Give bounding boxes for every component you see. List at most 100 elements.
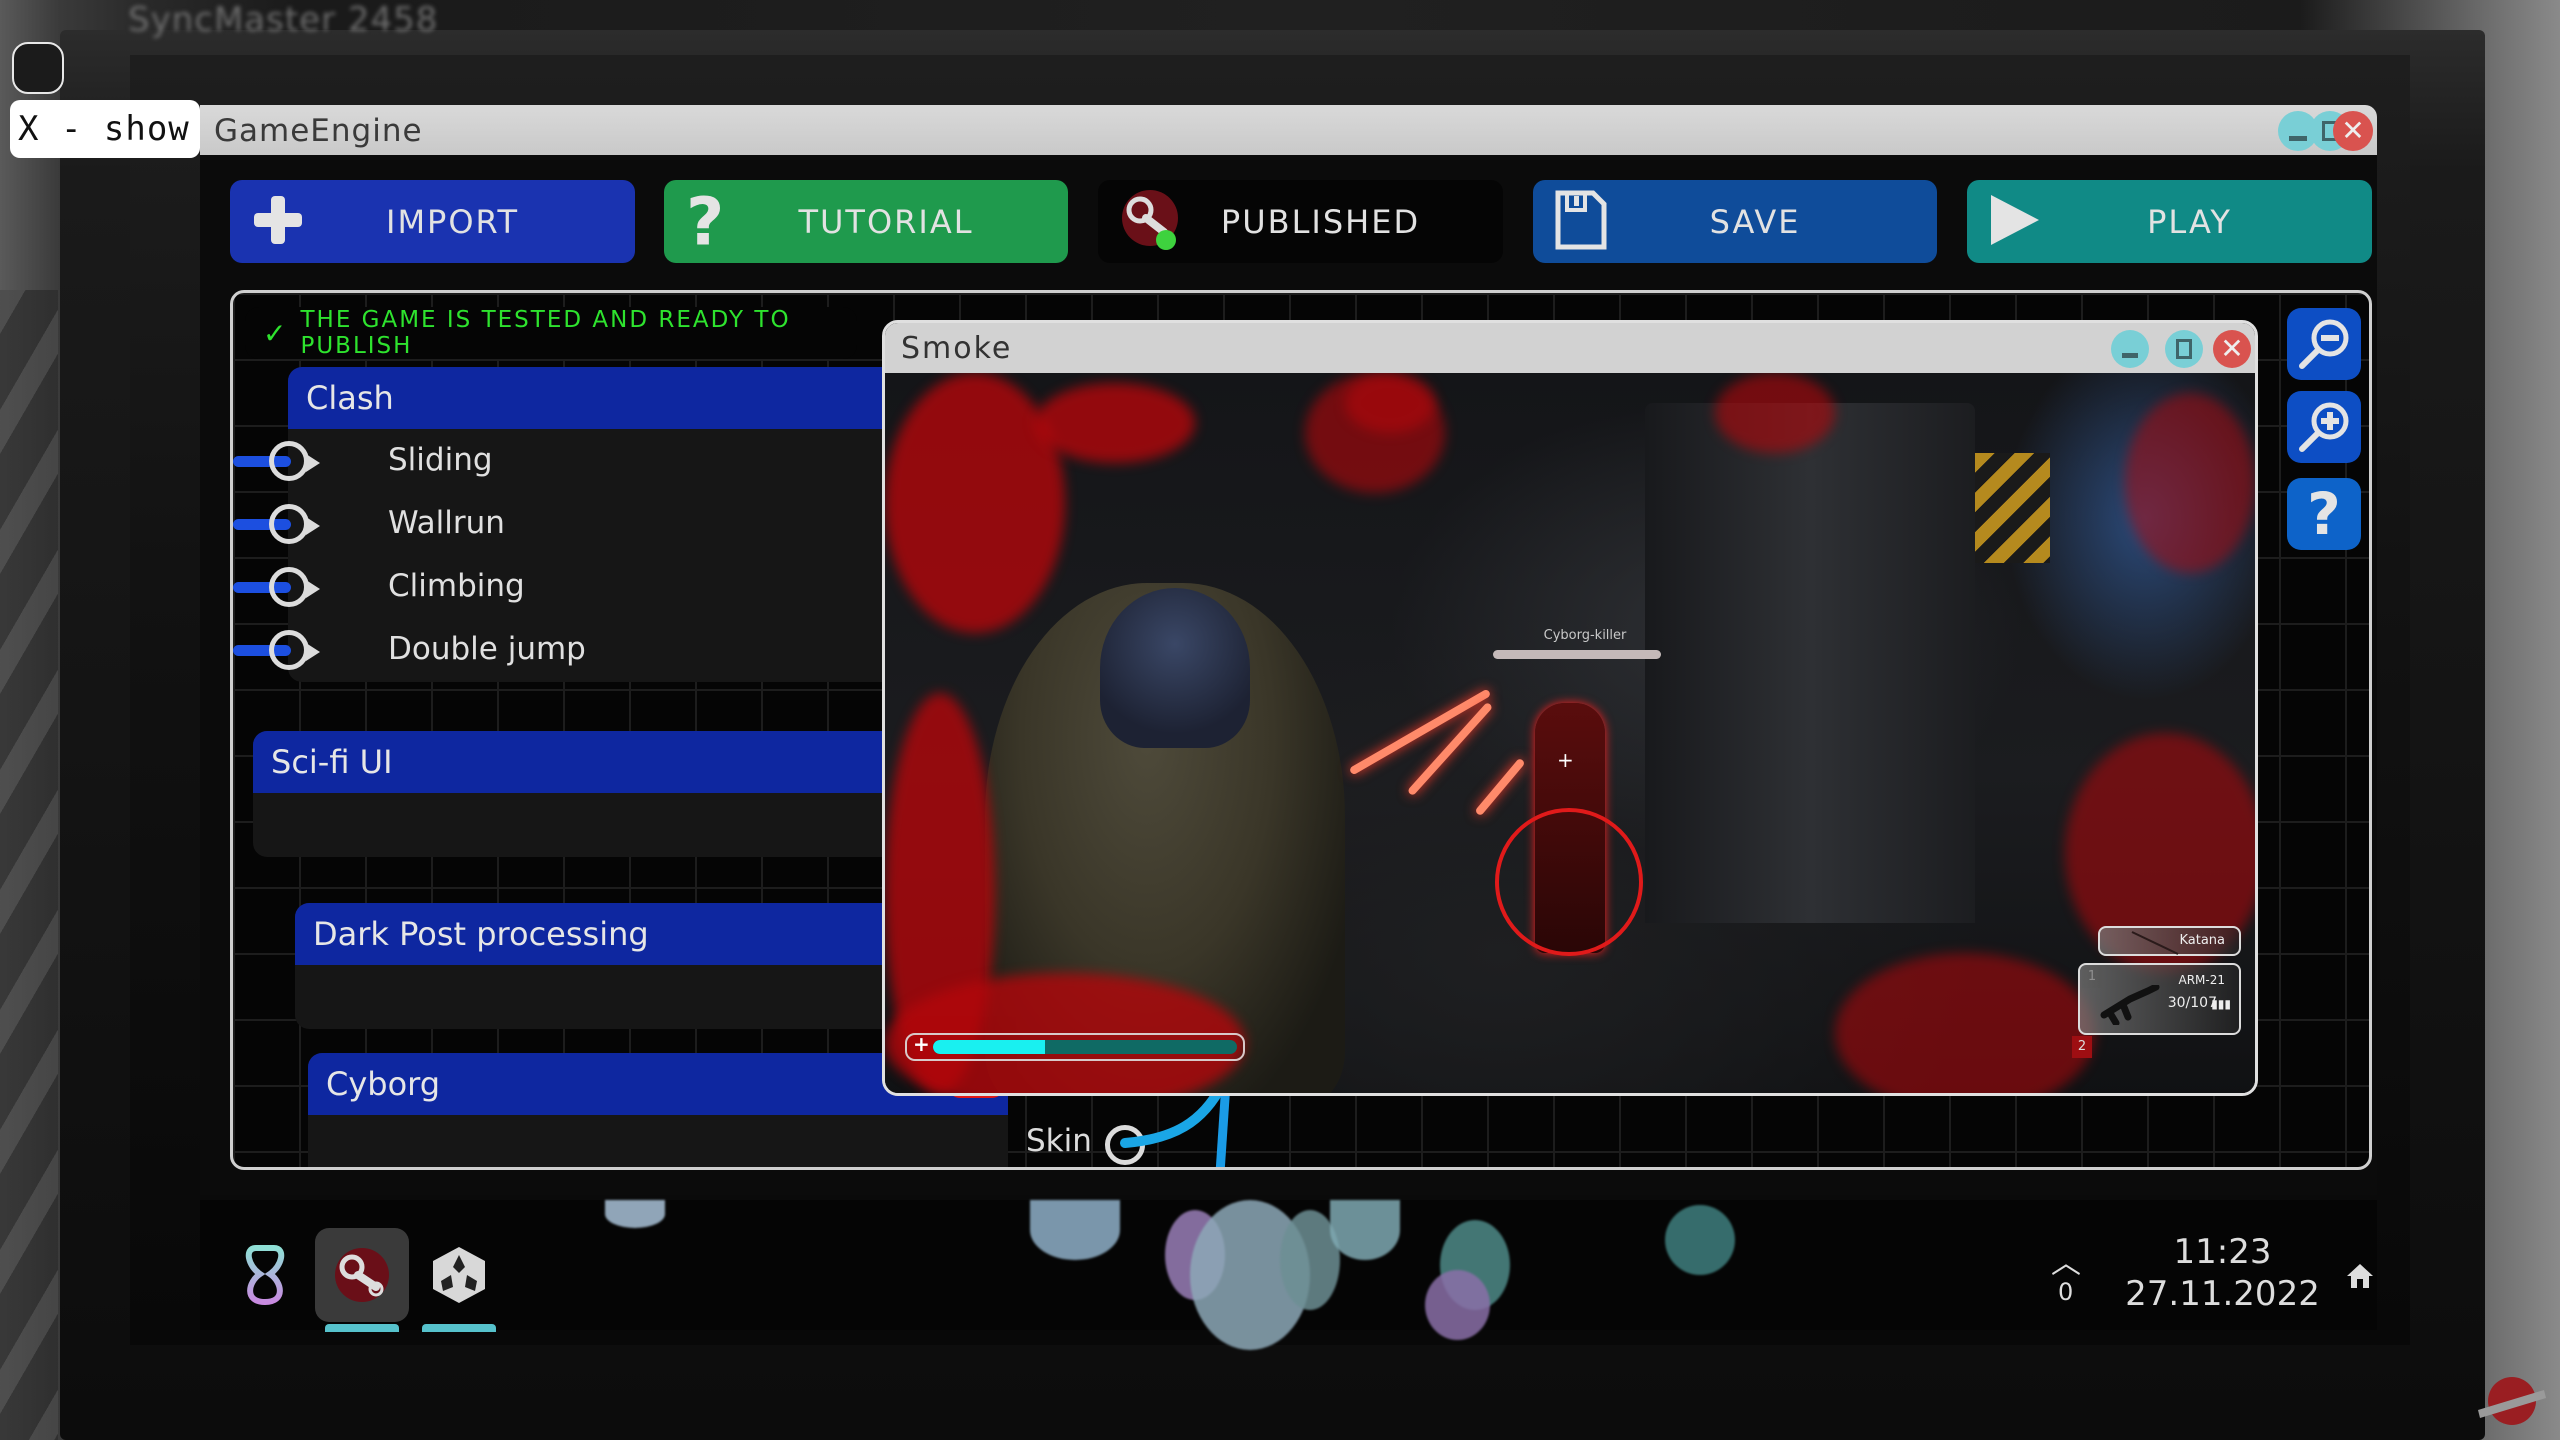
running-indicator	[325, 1324, 399, 1332]
zoom-out-icon	[2299, 319, 2349, 369]
vertical-connection-wire	[1215, 1083, 1231, 1167]
close-icon: ✕	[2220, 332, 2244, 365]
play-label: PLAY	[2147, 202, 2232, 241]
home-button[interactable]	[2345, 1262, 2375, 1294]
save-button[interactable]: SAVE	[1533, 180, 1937, 263]
decorative-orb	[605, 1200, 665, 1228]
decorative-orb	[1665, 1205, 1735, 1275]
window-title: GameEngine	[214, 113, 423, 149]
rifle-icon	[2100, 985, 2160, 1025]
ammo-bullets-icon: ▮▮▮	[2211, 997, 2231, 1011]
game-viewport[interactable]: + Cyborg-killer + 1 Katana 2 ARM-21	[885, 373, 2255, 1093]
damage-overlay	[1715, 373, 1835, 453]
zoom-in-icon	[2299, 402, 2349, 452]
running-indicator	[422, 1324, 496, 1332]
damage-overlay	[1035, 383, 1195, 463]
clock-time[interactable]: 11:23	[2150, 1232, 2295, 1272]
monitor-brand: SyncMaster 2458	[128, 0, 439, 40]
input-label: Sliding	[388, 442, 493, 478]
ammo-count: 30/107	[2167, 995, 2217, 1011]
enemy-name-tag: Cyborg-killer	[1543, 628, 1627, 643]
damage-overlay	[1345, 373, 1435, 433]
taskbar-app-unity[interactable]	[412, 1228, 506, 1332]
health-fill	[933, 1040, 1046, 1054]
decorative-orb	[1030, 1200, 1120, 1260]
pin-group	[233, 618, 343, 681]
pin-group	[233, 492, 343, 555]
player-helmet	[1100, 588, 1250, 748]
input-label: Wallrun	[388, 505, 505, 541]
import-button[interactable]: IMPORT	[230, 180, 635, 263]
damage-overlay	[2125, 393, 2255, 573]
input-label: Double jump	[388, 631, 586, 667]
taskbar-app-link[interactable]	[218, 1228, 312, 1322]
pin-group	[233, 429, 343, 492]
home-icon	[2347, 1264, 2373, 1288]
clock-date[interactable]: 27.11.2022	[2125, 1274, 2320, 1314]
show-hint-label: X - show	[10, 100, 200, 158]
minimize-icon	[2122, 352, 2138, 358]
target-lock-ring	[1495, 808, 1643, 956]
preview-maximize-button[interactable]	[2165, 330, 2203, 368]
steam-icon	[335, 1248, 389, 1302]
weapon-slot-arm-21[interactable]: ARM-21 30/107 ▮▮▮	[2078, 963, 2241, 1035]
maximize-icon	[2176, 339, 2192, 359]
preview-close-button[interactable]: ✕	[2213, 330, 2251, 368]
weapon-name: Katana	[2179, 933, 2225, 948]
close-button[interactable]: ✕	[2333, 111, 2373, 151]
infinity-loop-icon	[245, 1245, 285, 1306]
close-icon: ✕	[2341, 114, 2365, 147]
weapon-name: ARM-21	[2178, 973, 2226, 987]
zoom-out-button[interactable]	[2287, 308, 2361, 380]
input-label: Climbing	[388, 568, 525, 604]
unity-cube-icon	[433, 1247, 485, 1303]
stairs-background	[0, 290, 58, 1440]
weapon-slot-katana[interactable]: Katana	[2098, 926, 2241, 956]
damage-overlay	[1835, 953, 2095, 1093]
preview-minimize-button[interactable]	[2111, 330, 2149, 368]
taskbar-app-steam[interactable]	[315, 1228, 409, 1332]
input-pin-icon[interactable]	[269, 567, 320, 607]
weapon-slot-number: 2	[2072, 1036, 2092, 1058]
node-title: Sci-fi UI	[253, 731, 988, 793]
check-icon: ✓	[263, 316, 289, 350]
publish-status-text: THE GAME IS TESTED AND READY TO PUBLISH	[300, 307, 791, 359]
import-label: IMPORT	[386, 202, 519, 241]
tray-expand-icon[interactable]: ︿	[2051, 1238, 2081, 1282]
input-pin-icon[interactable]	[269, 441, 320, 481]
scene-pillar	[1645, 403, 1975, 923]
window-titlebar[interactable]: GameEngine ✕	[200, 105, 2377, 155]
scene-hazard-stripes	[1975, 453, 2050, 563]
hint-indicator	[12, 42, 64, 94]
published-label: PUBLISHED	[1220, 202, 1421, 241]
enemy-health-bar	[1493, 650, 1661, 659]
help-icon: ?	[2307, 480, 2341, 548]
tutorial-label: TUTORIAL	[798, 202, 974, 241]
tray-notification-count: 0	[2058, 1278, 2074, 1306]
published-status-button[interactable]: PUBLISHED	[1098, 180, 1503, 263]
player-health-bar: +	[905, 1032, 1245, 1061]
smoke-preview-window[interactable]: Smoke ✕ + Cyborg-killer + Katana 2 ARM-2…	[882, 320, 2258, 1096]
zoom-in-button[interactable]	[2287, 391, 2361, 463]
preview-title: Smoke	[901, 331, 1013, 366]
input-pin-icon[interactable]	[269, 504, 320, 544]
preview-titlebar[interactable]: Smoke ✕	[885, 323, 2255, 373]
decorative-orb	[1330, 1200, 1400, 1260]
node-output-user[interactable]: User	[253, 793, 988, 857]
publish-status-banner: ✓ THE GAME IS TESTED AND READY TO PUBLIS…	[245, 307, 857, 359]
play-button[interactable]: PLAY	[1967, 180, 2372, 263]
input-pin-icon[interactable]	[269, 630, 320, 670]
output-label-skin: Skin	[1026, 1123, 1092, 1159]
laser-beam	[1474, 757, 1526, 817]
help-button[interactable]: ?	[2287, 478, 2361, 550]
katana-icon	[2131, 931, 2179, 955]
clash-input-pins	[233, 429, 343, 681]
tutorial-button[interactable]: ? TUTORIAL	[664, 180, 1068, 263]
node-sci-fi-ui[interactable]: Sci-fi UI User	[253, 731, 988, 857]
health-track	[933, 1040, 1237, 1054]
pin-group	[233, 555, 343, 618]
crosshair-icon: +	[1557, 748, 1574, 772]
decorative-orb	[1425, 1270, 1490, 1340]
health-plus-icon: +	[913, 1032, 930, 1056]
save-label: SAVE	[1709, 202, 1801, 241]
